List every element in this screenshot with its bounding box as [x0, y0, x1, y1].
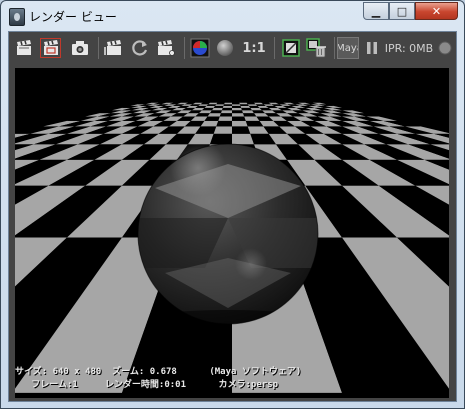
close-icon: ✕: [431, 4, 442, 18]
floor-tile-dark: [223, 104, 232, 106]
rendered-scene-image: [15, 102, 449, 393]
floor-tile-light: [232, 107, 242, 111]
renderer-dropdown[interactable]: Maya: [337, 37, 359, 59]
rgb-channel-icon: [190, 38, 210, 58]
floor-tile-dark: [213, 105, 224, 108]
clapboard-ipr-icon: [104, 40, 121, 55]
floor-tile-dark: [232, 110, 243, 114]
window-title: レンダー ビュー: [29, 10, 117, 24]
render-view-panel: 1:1 May IPR: 0MB サイズ: 640 x 480 ズーム: 0.6…: [8, 31, 457, 402]
pause-ipr-button[interactable]: [365, 38, 379, 58]
toolbar-separator: [274, 37, 275, 59]
floor-tile-light: [212, 107, 223, 111]
render-view-window: レンダー ビュー ▁ □ ✕ 1:1 May IPR: 0MB サイズ: 640…: [0, 0, 465, 409]
floor-tile-dark: [241, 107, 252, 111]
floor-tile-dark: [210, 133, 232, 145]
floor-tile-dark: [216, 120, 232, 127]
floor-tile-dark: [232, 116, 246, 121]
floor-tile-dark: [216, 102, 225, 105]
floor-tile-dark: [232, 102, 240, 105]
floor-tile-light: [240, 105, 251, 108]
maya-app-icon[interactable]: [9, 8, 25, 26]
floor-tile-light: [242, 110, 254, 114]
floor-tile-dark: [219, 113, 232, 117]
toolbar-separator: [184, 37, 185, 59]
floor-tile-dark: [239, 104, 249, 106]
alpha-channel-icon: [217, 40, 233, 56]
keep-image-button[interactable]: [306, 38, 328, 58]
refresh-icon: [132, 40, 148, 56]
floor-tile-light: [222, 105, 232, 108]
clapboard-options-icon: [158, 40, 175, 56]
refresh-ipr-button[interactable]: [130, 38, 150, 58]
window-controls: ▁ □ ✕: [363, 2, 458, 21]
pause-icon: [367, 42, 377, 54]
minimize-icon: ▁: [371, 4, 381, 18]
ipr-status-indicator: [437, 38, 453, 58]
close-button[interactable]: ✕: [415, 2, 458, 20]
floor-tile-light: [239, 102, 248, 105]
render-frame-button[interactable]: [15, 38, 33, 58]
keep-image-icon: [306, 38, 326, 58]
clapboard-region-icon: [43, 40, 58, 55]
display-frame-button[interactable]: [281, 38, 301, 58]
camera-snapshot-icon: [72, 41, 88, 55]
status-dot-icon: [438, 41, 452, 55]
alpha-channel-button[interactable]: [215, 38, 235, 58]
floor-tile-light: [232, 120, 248, 127]
render-info-line-1: サイズ: 640 x 480 ズーム: 0.678 (Maya ソフトウェア): [15, 367, 302, 377]
render-image-viewport[interactable]: サイズ: 640 x 480 ズーム: 0.678 (Maya ソフトウェア) …: [15, 68, 449, 398]
floor-tile-light: [213, 126, 232, 134]
title-bar[interactable]: レンダー ビュー ▁ □ ✕: [1, 1, 464, 31]
floor-tile-dark: [232, 126, 251, 134]
toolbar-separator: [98, 37, 99, 59]
ipr-memory-label: IPR: 0MB: [384, 41, 434, 55]
toolbar-separator: [334, 37, 335, 59]
floor-tile-light: [232, 104, 241, 106]
floor-tile-dark: [232, 105, 242, 108]
floor-tile-light: [215, 104, 225, 106]
floor-tile-light: [218, 116, 232, 121]
clapboard-icon: [17, 40, 31, 55]
maximize-icon: □: [396, 4, 408, 18]
render-toolbar: 1:1 May IPR: 0MB: [9, 32, 456, 64]
real-size-button[interactable]: 1:1: [240, 38, 268, 58]
minimize-button[interactable]: ▁: [363, 2, 389, 20]
floor-tile-dark: [210, 110, 222, 114]
rgb-channel-button[interactable]: [190, 38, 210, 58]
floor-tile-light: [221, 110, 232, 114]
maximize-button[interactable]: □: [389, 2, 415, 20]
render-settings-button[interactable]: [156, 38, 176, 58]
renderer-label: Maya: [337, 42, 358, 54]
floor-tile-light: [224, 102, 232, 105]
floor-tile-light: [232, 133, 254, 145]
floor-tile-dark: [222, 107, 232, 111]
render-info-line-2: フレーム:1 レンダー時間:0:01 カメラ:persp: [15, 380, 279, 390]
render-region-button[interactable]: [40, 38, 61, 58]
ipr-render-button[interactable]: [104, 38, 124, 58]
display-frame-icon: [282, 39, 300, 57]
floor-tile-light: [232, 113, 245, 117]
snapshot-button[interactable]: [70, 38, 90, 58]
